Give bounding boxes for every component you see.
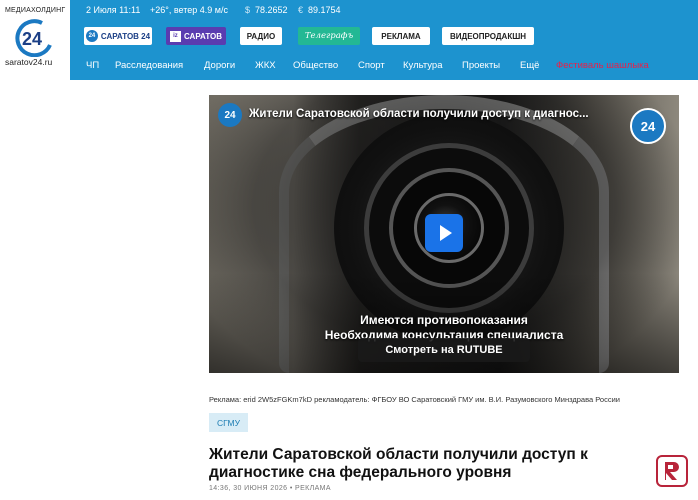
logo-number: 24 (22, 29, 42, 49)
ad-disclaimer: Реклама: erid 2W5zFGKm7kD рекламодатель:… (209, 395, 620, 404)
izsaratov-icon: iz (169, 30, 181, 42)
nav-item-more[interactable]: Ещё (520, 60, 539, 71)
logo-site: saratov24.ru (5, 57, 53, 67)
nav-item-sport[interactable]: Спорт (358, 60, 385, 71)
weather: +26°, ветер 4.9 м/с (150, 5, 228, 15)
izsaratov-label: САРАТОВ (183, 31, 223, 41)
izsaratov-button[interactable]: iz САРАТОВ (166, 27, 226, 45)
nav-item-festival[interactable]: Фестиваль шашлыка (556, 60, 649, 71)
videoprod-button[interactable]: ВИДЕОПРОДАКШН (442, 27, 534, 45)
usd-symbol: $ (245, 5, 251, 15)
nav-item-investigations[interactable]: Расследования (115, 60, 183, 71)
article-headline: Жители Саратовской области получили дост… (209, 446, 588, 481)
logo-brand: МЕДИАХОЛДИНГ (5, 7, 66, 14)
nav-item-society[interactable]: Общество (293, 60, 338, 71)
saratov24-button[interactable]: 24 САРАТОВ 24 (84, 27, 152, 45)
telegraf-button[interactable]: Телеграфъ (298, 27, 360, 45)
main-nav: ЧП Расследования Дороги ЖКХ Общество Спо… (70, 52, 698, 80)
usd-rate: 78.2652 (255, 5, 288, 15)
logo-circle-icon: 24 (15, 19, 52, 57)
radio-button[interactable]: РАДИО (240, 27, 282, 45)
reklama-button[interactable]: РЕКЛАМА (372, 27, 430, 45)
video-channel-logo[interactable]: 24 (218, 103, 242, 127)
article-tag[interactable]: СГМУ (209, 413, 249, 432)
video-title[interactable]: Жители Саратовской области получили дост… (249, 108, 589, 120)
play-button[interactable] (425, 214, 463, 252)
watch-on-rutube-button[interactable]: Смотреть на RUTUBE (358, 338, 530, 362)
top-info-bar: 2 Июля 11:11 +26°, ветер 4.9 м/с $ 78.26… (70, 0, 698, 20)
partner-buttons-bar: 24 САРАТОВ 24 iz САРАТОВ РАДИО Телеграфъ… (70, 20, 698, 52)
eur-symbol: € (298, 5, 304, 15)
site-logo[interactable]: МЕДИАХОЛДИНГ 24 saratov24.ru (0, 0, 70, 80)
nav-item-zhkh[interactable]: ЖКХ (255, 60, 276, 71)
nav-item-chp[interactable]: ЧП (86, 60, 99, 71)
article-meta: 14:36, 30 ИЮНЯ 2026 • РЕКЛАМА (209, 485, 331, 492)
saratov24-label: САРАТОВ 24 (100, 31, 151, 41)
play-icon (439, 225, 452, 241)
reader-logo-icon[interactable] (656, 455, 688, 487)
video-warning-line1: Имеются противопоказания (360, 313, 528, 327)
video-watermark-logo: 24 (630, 108, 666, 144)
date-time: 2 Июля 11:11 (86, 5, 141, 15)
saratov24-icon: 24 (85, 30, 98, 42)
nav-item-projects[interactable]: Проекты (462, 60, 500, 71)
eur-rate: 89.1754 (308, 5, 341, 15)
nav-item-roads[interactable]: Дороги (204, 60, 235, 71)
reader-glyph-icon (665, 462, 679, 480)
nav-item-culture[interactable]: Культура (403, 60, 443, 71)
